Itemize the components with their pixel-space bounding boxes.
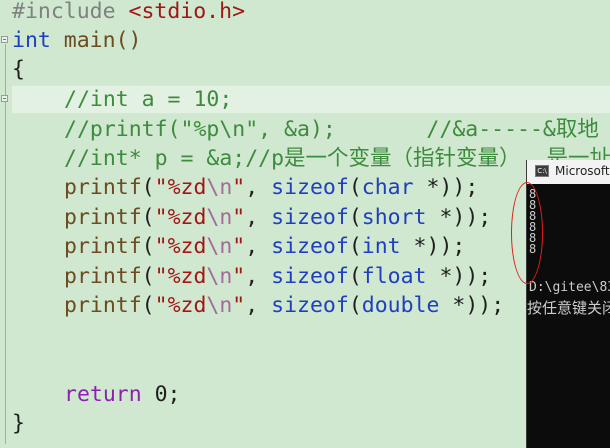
function-name: main()	[50, 28, 142, 53]
sizeof-keyword: sizeof	[271, 205, 349, 230]
code-line-comment-printf: //printf("%p\n", &a); //&a-----&取地	[64, 115, 599, 144]
console-titlebar[interactable]: C:\ Microsoft V	[527, 160, 610, 184]
code-line-open-brace: {	[12, 57, 25, 82]
escape-sequence: \n	[206, 293, 233, 318]
sizeof-keyword: sizeof	[271, 264, 349, 289]
type-name: int	[361, 234, 401, 259]
pointer-close: *));	[439, 293, 505, 318]
fold-guide-line	[5, 44, 6, 444]
console-prompt: 按任意键关闭	[527, 299, 610, 317]
return-value: 0;	[141, 382, 181, 407]
code-line-printf-short: printf("%zd\n", sizeof(short *));	[64, 203, 491, 232]
format-string-end: "	[232, 264, 246, 289]
code-line-printf-int: printf("%zd\n", sizeof(int *));	[64, 232, 465, 261]
sizeof-keyword: sizeof	[271, 175, 349, 200]
format-string-end: "	[232, 293, 246, 318]
type-name: short	[361, 205, 427, 230]
console-title: Microsoft V	[555, 164, 610, 178]
printf-call: printf	[64, 234, 142, 259]
open-paren: (	[141, 264, 155, 289]
sizeof-keyword: sizeof	[271, 234, 349, 259]
pointer-close: *));	[400, 234, 466, 259]
open-paren: (	[348, 205, 362, 230]
format-string-end: "	[232, 175, 246, 200]
comma: ,	[245, 234, 272, 259]
open-paren: (	[348, 175, 362, 200]
format-string: "%zd	[154, 293, 207, 318]
pointer-close: *));	[426, 264, 492, 289]
comment-text: //printf("%p\n", &a); //&a-----&取地	[64, 117, 599, 142]
return-type: int	[12, 28, 51, 53]
escape-sequence: \n	[206, 175, 233, 200]
code-line-printf-double: printf("%zd\n", sizeof(double *));	[64, 291, 504, 320]
open-paren: (	[141, 175, 155, 200]
comma: ,	[245, 293, 272, 318]
escape-sequence: \n	[206, 264, 233, 289]
open-paren: (	[141, 205, 155, 230]
open-paren: (	[141, 293, 155, 318]
include-header: <stdio.h>	[128, 0, 246, 24]
open-paren: (	[348, 234, 362, 259]
code-line-close-brace: }	[12, 411, 25, 436]
fold-main-icon[interactable]	[1, 36, 8, 43]
printf-call: printf	[64, 264, 142, 289]
preprocessor-directive: #include	[12, 0, 116, 24]
code-line-main: int main()	[12, 26, 141, 55]
code-line-include: #include <stdio.h>	[12, 0, 245, 26]
printf-call: printf	[64, 205, 142, 230]
type-name: char	[361, 175, 414, 200]
code-line-printf-char: printf("%zd\n", sizeof(char *));	[64, 173, 478, 202]
sizeof-keyword: sizeof	[271, 293, 349, 318]
printf-call: printf	[64, 175, 142, 200]
terminal-icon: C:\	[535, 165, 549, 177]
format-string-end: "	[232, 234, 246, 259]
fold-comment-icon[interactable]	[1, 95, 8, 102]
open-paren: (	[141, 234, 155, 259]
open-paren: (	[348, 293, 362, 318]
format-string: "%zd	[154, 264, 207, 289]
format-string: "%zd	[154, 234, 207, 259]
open-paren: (	[348, 264, 362, 289]
fold-gutter	[0, 0, 12, 448]
comment-text: //int a = 10;	[64, 87, 233, 112]
escape-sequence: \n	[206, 234, 233, 259]
printf-call: printf	[64, 293, 142, 318]
console-path: D:\gitee\83	[529, 280, 610, 295]
comma: ,	[245, 175, 272, 200]
type-name: float	[361, 264, 427, 289]
format-string: "%zd	[154, 205, 207, 230]
code-line-printf-float: printf("%zd\n", sizeof(float *));	[64, 262, 491, 291]
return-keyword: return	[64, 382, 142, 407]
type-name: double	[361, 293, 440, 318]
escape-sequence: \n	[206, 205, 233, 230]
comma: ,	[245, 205, 272, 230]
red-annotation-circle	[511, 182, 543, 284]
code-line-comment-int-a: //int a = 10;	[64, 85, 232, 114]
code-line-return: return 0;	[64, 380, 181, 409]
pointer-close: *));	[413, 175, 479, 200]
format-string-end: "	[232, 205, 246, 230]
comma: ,	[245, 264, 272, 289]
pointer-close: *));	[426, 205, 492, 230]
format-string: "%zd	[154, 175, 207, 200]
